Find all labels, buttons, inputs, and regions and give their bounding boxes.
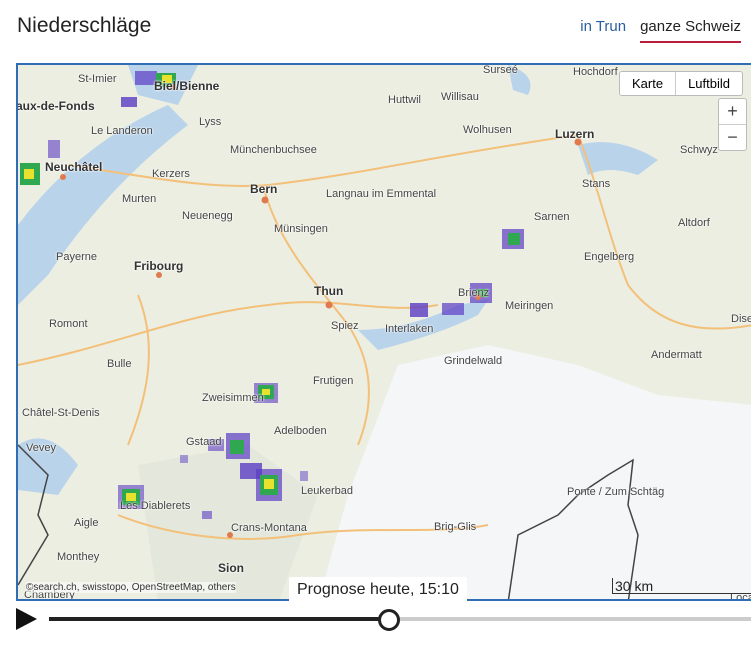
place-label: Adelboden	[274, 425, 327, 437]
place-label: Le Landeron	[91, 125, 153, 137]
place-label: Schwyz	[680, 144, 718, 156]
place-label: Murten	[122, 193, 157, 205]
place-label: Münsingen	[274, 223, 328, 235]
place-label: Willisau	[441, 91, 479, 103]
play-icon[interactable]	[16, 608, 37, 630]
place-label: Brienz	[458, 287, 490, 299]
place-label: Biel/Bienne	[154, 79, 220, 93]
time-slider-fill	[49, 617, 390, 621]
place-label: Romont	[49, 318, 88, 330]
precipitation-map[interactable]: St-Imier Biel/Bienne Surseé Hochdorf Hut…	[16, 63, 751, 601]
place-label: Aigle	[74, 517, 99, 529]
place-label: Neuchâtel	[45, 160, 103, 174]
zoom-in-button[interactable]: +	[719, 99, 746, 125]
place-label: Sarnen	[534, 211, 570, 223]
maptype-karte-button[interactable]: Karte	[620, 72, 677, 95]
place-label: Les Diablerets	[120, 500, 191, 512]
place-label: Châtel-St-Denis	[22, 407, 100, 419]
place-label: St-Imier	[78, 73, 117, 85]
zoom-out-button[interactable]: −	[719, 125, 746, 150]
scale-label: 30 km	[615, 578, 654, 594]
place-label: Bern	[250, 182, 278, 196]
place-label: Lyss	[199, 116, 222, 128]
place-label: Crans-Montana	[231, 522, 307, 534]
place-label: Hochdorf	[573, 66, 618, 78]
place-label: Leukerbad	[301, 485, 353, 497]
place-label: Grindelwald	[444, 355, 503, 367]
header: Niederschläge in Trun ganze Schweiz	[0, 0, 751, 62]
place-label: Kerzers	[152, 168, 190, 180]
place-label: Bulle	[107, 358, 132, 370]
place-label: Ponte / Zum Schtäg	[567, 486, 665, 498]
place-label: Payerne	[56, 251, 97, 263]
place-label: Brig-Glis	[434, 521, 477, 533]
place-label: Andermatt	[651, 349, 702, 361]
map-type-switch: Karte Luftbild	[619, 71, 743, 96]
place-label: Thun	[314, 284, 344, 298]
place-label: Interlaken	[385, 323, 434, 335]
place-label: Gstaad	[186, 436, 222, 448]
place-label: Sion	[218, 561, 244, 575]
place-label: Luzern	[555, 127, 595, 141]
place-label: Meiringen	[505, 300, 554, 312]
place-label: Monthey	[57, 551, 100, 563]
tab-ganze-schweiz[interactable]: ganze Schweiz	[640, 18, 741, 43]
place-label: Münchenbuchsee	[230, 144, 317, 156]
zoom-control: + −	[718, 98, 747, 151]
time-slider-handle[interactable]	[378, 609, 401, 631]
place-label: Dise	[731, 313, 751, 325]
place-label: aux-de-Fonds	[16, 99, 95, 113]
map-attribution[interactable]: ©search.ch, swisstopo, OpenStreetMap, ot…	[26, 582, 236, 593]
place-label: Frutigen	[313, 375, 354, 387]
region-tabs: in Trun ganze Schweiz	[580, 18, 741, 43]
place-label: Vevey	[26, 442, 56, 454]
place-label: Spiez	[331, 320, 359, 332]
scale-bar: 30 km	[612, 578, 751, 594]
tab-in-trun[interactable]: in Trun	[580, 18, 626, 43]
animation-controls: Prognose heute, 15:10	[0, 577, 751, 647]
place-label: Fribourg	[134, 259, 184, 273]
place-label: Engelberg	[584, 251, 635, 263]
place-label: Huttwil	[388, 94, 422, 106]
maptype-luftbild-button[interactable]: Luftbild	[676, 72, 742, 95]
time-label: Prognose heute, 15:10	[289, 577, 467, 603]
place-label: Altdorf	[678, 217, 710, 229]
place-label: Surseé	[483, 64, 518, 76]
place-label: Wolhusen	[463, 124, 512, 136]
place-label: Langnau im Emmental	[326, 188, 437, 200]
page-title: Niederschläge	[17, 14, 152, 37]
place-label: Stans	[582, 178, 611, 190]
place-label: Neuenegg	[182, 210, 233, 222]
place-label: Zweisimmen	[202, 392, 264, 404]
